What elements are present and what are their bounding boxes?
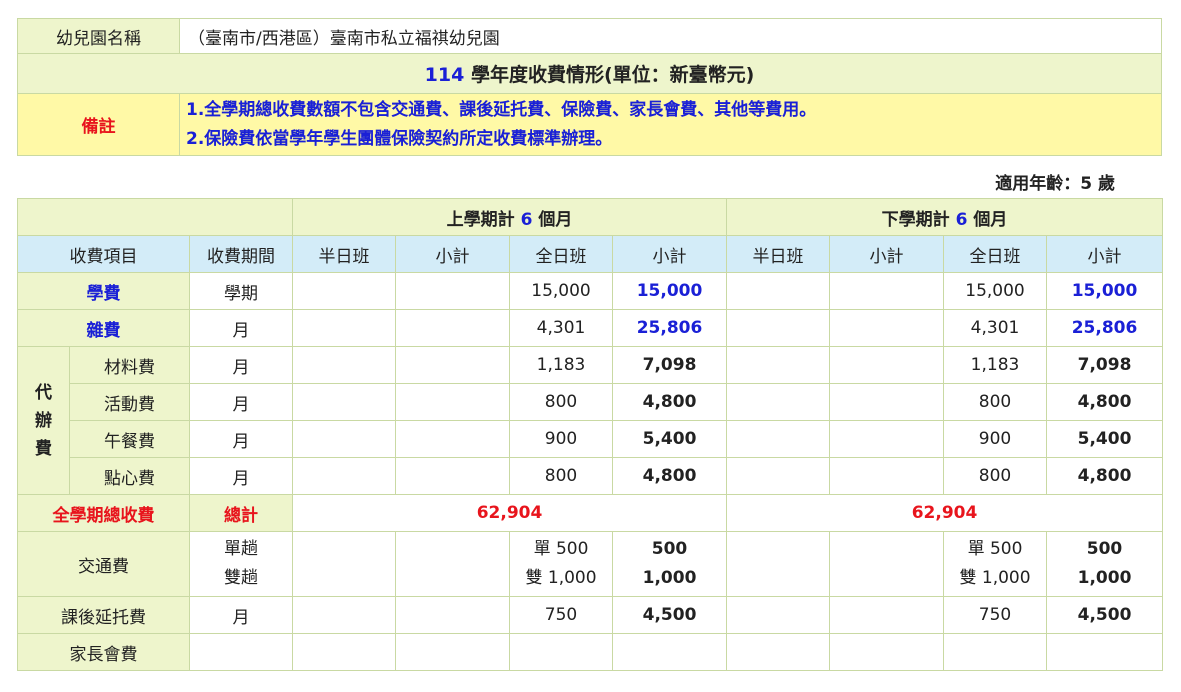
header-half-sub-2: 小計 (829, 235, 945, 273)
agent-fee-label: 代 辦 費 (17, 346, 70, 495)
afterschool-label: 課後延托費 (17, 596, 190, 634)
snack-full-1: 800 (509, 457, 614, 495)
corner-cell (16, 198, 294, 236)
activity-full-2: 800 (943, 383, 1048, 421)
snack-sub-1: 4,800 (612, 457, 728, 495)
snack-full-2: 800 (943, 457, 1048, 495)
misc-sub-2: 25,806 (1046, 309, 1164, 347)
remark-label: 備註 (17, 93, 180, 156)
afterschool-sub-2: 4,500 (1046, 596, 1164, 634)
material-full-1: 1,183 (509, 346, 614, 384)
transport-sub-1: 500 1,000 (612, 531, 728, 597)
table-row: 全學期總收費 總計 62,904 62,904 (17, 494, 1164, 532)
header-half-sub-1: 小計 (395, 235, 511, 273)
table-row: 課後延托費 月 750 4,500 750 4,500 (17, 596, 1164, 634)
tuition-sub-1: 15,000 (612, 272, 728, 310)
header-full-1: 全日班 (509, 235, 614, 273)
header-full-sub-1: 小計 (612, 235, 728, 273)
material-label: 材料費 (69, 346, 190, 384)
table-row: 活動費 月 800 4,800 800 4,800 (18, 383, 1164, 421)
material-full-2: 1,183 (943, 346, 1048, 384)
second-semester-header: 下學期計 6 個月 (726, 198, 1164, 236)
second-semester-months: 6 (955, 209, 968, 230)
misc-label: 雜費 (17, 309, 190, 347)
misc-period: 月 (188, 309, 294, 347)
header-item: 收費項目 (17, 235, 190, 273)
snack-sub-2: 4,800 (1046, 457, 1164, 495)
tuition-period: 學期 (188, 272, 294, 310)
transport-full-2: 單 500 雙 1,000 (943, 531, 1048, 597)
total-label: 全學期總收費 (17, 494, 190, 532)
parent-fee-label: 家長會費 (17, 633, 190, 671)
lunch-sub-2: 5,400 (1046, 420, 1164, 458)
remark-content: 1.全學期總收費數額不包含交通費、課後延托費、保險費、家長會費、其他等費用。 2… (179, 93, 1162, 156)
transport-sub-2: 500 1,000 (1046, 531, 1164, 597)
table-row: 午餐費 月 900 5,400 900 5,400 (18, 420, 1164, 458)
lunch-period: 月 (188, 420, 294, 458)
header-half-1: 半日班 (292, 235, 397, 273)
afterschool-sub-1: 4,500 (612, 596, 728, 634)
total-period: 總計 (188, 494, 294, 532)
total-value-1: 62,904 (292, 494, 728, 532)
remark-line-1: 1.全學期總收費數額不包含交通費、課後延托費、保險費、家長會費、其他等費用。 (186, 99, 817, 120)
table-row: 代 辦 費 材料費 月 1,183 7,098 1,183 7,098 (17, 346, 1164, 495)
fee-title-text: 學年度收費情形(單位：新臺幣元) (464, 64, 755, 86)
material-sub-1: 7,098 (612, 346, 728, 384)
snack-label: 點心費 (69, 457, 190, 495)
lunch-full-1: 900 (509, 420, 614, 458)
afterschool-full-2: 750 (943, 596, 1048, 634)
header-full-2: 全日班 (943, 235, 1048, 273)
transport-full-1: 單 500 雙 1,000 (509, 531, 614, 597)
first-semester-months: 6 (520, 209, 533, 230)
tuition-full-1: 15,000 (509, 272, 614, 310)
activity-sub-2: 4,800 (1046, 383, 1164, 421)
fee-title: 114 學年度收費情形(單位：新臺幣元) (17, 53, 1162, 94)
table-row: 交通費 單趟 雙趟 單 500 雙 1,000 500 1,000 單 500 … (17, 531, 1164, 597)
tuition-label: 學費 (17, 272, 190, 310)
school-year: 114 (424, 64, 465, 86)
total-value-2: 62,904 (726, 494, 1164, 532)
misc-sub-1: 25,806 (612, 309, 728, 347)
tuition-full-2: 15,000 (943, 272, 1048, 310)
name-label: 幼兒園名稱 (17, 18, 180, 54)
afterschool-full-1: 750 (509, 596, 614, 634)
activity-period: 月 (188, 383, 294, 421)
table-row: 家長會費 (17, 633, 1164, 671)
applicable-age: 適用年齡：5 歲 (995, 174, 1115, 194)
table-row: 學費 學期 15,000 15,000 15,000 15,000 (17, 272, 1164, 310)
table-row: 雜費 月 4,301 25,806 4,301 25,806 (17, 309, 1164, 347)
remark-line-2: 2.保險費依當學年學生團體保險契約所定收費標準辦理。 (186, 128, 613, 149)
kindergarten-info-table: 幼兒園名稱 （臺南市/西港區）臺南市私立福祺幼兒園 114 學年度收費情形(單位… (17, 18, 1162, 156)
kindergarten-name: （臺南市/西港區）臺南市私立福祺幼兒園 (179, 18, 1162, 54)
misc-full-1: 4,301 (509, 309, 614, 347)
transport-period: 單趟 雙趟 (188, 531, 294, 597)
header-period: 收費期間 (188, 235, 294, 273)
tuition-sub-2: 15,000 (1046, 272, 1164, 310)
fee-table: 上學期計 6 個月 下學期計 6 個月 收費項目 收費期間 半日班 小計 全日班… (16, 198, 1164, 671)
transport-label: 交通費 (17, 531, 190, 597)
lunch-full-2: 900 (943, 420, 1048, 458)
header-half-2: 半日班 (726, 235, 831, 273)
material-period: 月 (188, 346, 294, 384)
header-full-sub-2: 小計 (1046, 235, 1164, 273)
material-sub-2: 7,098 (1046, 346, 1164, 384)
activity-full-1: 800 (509, 383, 614, 421)
activity-sub-1: 4,800 (612, 383, 728, 421)
snack-period: 月 (188, 457, 294, 495)
misc-full-2: 4,301 (943, 309, 1048, 347)
table-row: 點心費 月 800 4,800 800 4,800 (18, 457, 1164, 495)
activity-label: 活動費 (69, 383, 190, 421)
afterschool-period: 月 (188, 596, 294, 634)
lunch-sub-1: 5,400 (612, 420, 728, 458)
lunch-label: 午餐費 (69, 420, 190, 458)
first-semester-header: 上學期計 6 個月 (292, 198, 728, 236)
